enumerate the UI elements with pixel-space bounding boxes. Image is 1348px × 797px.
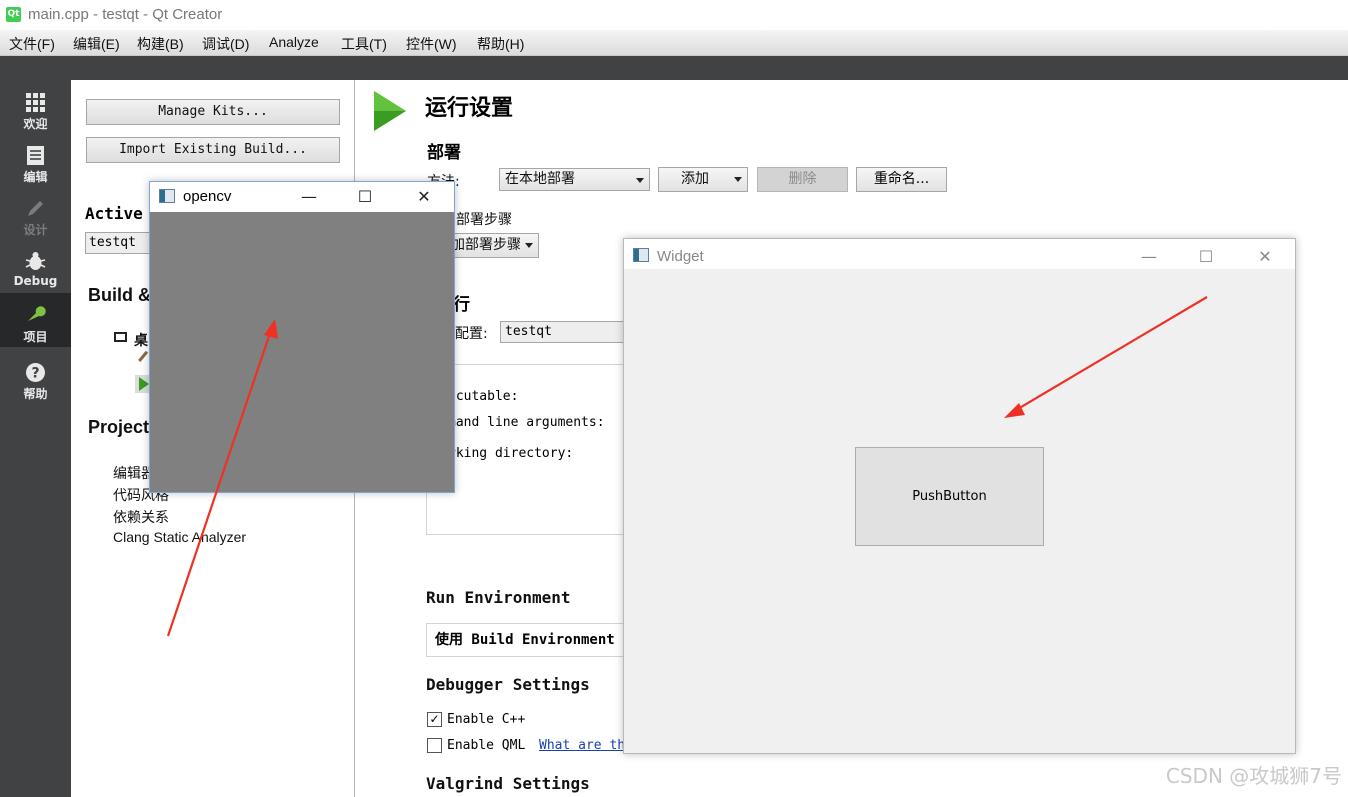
run-settings-title: 运行设置 xyxy=(425,96,514,121)
chevron-down-icon xyxy=(734,177,742,182)
run-icon xyxy=(374,91,406,131)
rename-deploy-button[interactable]: 重命名... xyxy=(856,167,947,192)
watermark: CSDN @攻城狮7号 xyxy=(1165,764,1342,788)
add-step-label: 加部署步骤 xyxy=(451,237,521,253)
run-config-label: 配置: xyxy=(455,326,488,342)
menu-edit[interactable]: 编辑(E) xyxy=(73,34,120,54)
maximize-icon[interactable]: ☐ xyxy=(1183,242,1229,272)
menu-tools[interactable]: 工具(T) xyxy=(341,34,387,54)
mode-label: 设计 xyxy=(23,223,48,237)
opencv-image-canvas xyxy=(150,212,454,492)
opencv-title-bar[interactable]: opencv — ☐ ✕ xyxy=(150,182,454,212)
mode-edit[interactable]: 编辑 xyxy=(0,141,71,193)
executable-label: ecutable: xyxy=(448,389,519,404)
menu-widgets[interactable]: 控件(W) xyxy=(406,34,457,54)
opencv-window[interactable]: opencv — ☐ ✕ xyxy=(149,181,455,493)
widget-title-bar[interactable]: Widget — ☐ ✕ xyxy=(624,239,1295,269)
maximize-icon[interactable]: ☐ xyxy=(342,182,388,212)
run-small-icon xyxy=(139,377,149,391)
delete-deploy-button[interactable]: 删除 xyxy=(757,167,848,192)
window-app-icon xyxy=(159,189,175,203)
debugger-settings-heading: Debugger Settings xyxy=(426,675,590,694)
window-app-icon xyxy=(633,248,649,262)
grid-icon xyxy=(26,93,45,112)
mode-bar: 欢迎 编辑 设计 Debug 项目 ? 帮助 xyxy=(0,80,71,797)
mode-label: 欢迎 xyxy=(23,117,48,131)
deploy-method-select[interactable]: 在本地部署 xyxy=(499,168,650,191)
mode-label: 项目 xyxy=(23,330,48,344)
menu-build[interactable]: 构建(B) xyxy=(137,34,184,54)
valgrind-settings-heading: Valgrind Settings xyxy=(426,774,590,793)
minimize-icon[interactable]: — xyxy=(286,182,332,212)
run-environment-heading: Run Environment xyxy=(426,588,571,607)
menu-help[interactable]: 帮助(H) xyxy=(477,34,524,54)
deploy-heading: 部署 xyxy=(427,143,461,163)
enable-cpp-label: Enable C++ xyxy=(447,712,526,727)
mode-label: 帮助 xyxy=(23,387,48,401)
wrench-icon xyxy=(28,306,46,321)
project-item-dependencies[interactable]: 依赖关系 xyxy=(113,507,169,527)
document-icon xyxy=(27,146,44,165)
mode-label: Debug xyxy=(13,274,58,288)
help-icon: ? xyxy=(26,363,45,382)
svg-text:?: ? xyxy=(31,366,39,382)
kit-desktop-item[interactable]: 桌 xyxy=(134,330,148,350)
manage-kits-button[interactable]: Manage Kits... xyxy=(86,99,340,125)
mode-projects[interactable]: 项目 xyxy=(0,293,71,347)
pencil-icon xyxy=(28,201,43,216)
desktop-icon xyxy=(114,332,127,342)
enable-qml-checkbox[interactable] xyxy=(427,738,442,753)
widget-window-title: Widget xyxy=(657,248,704,265)
run-heading: 行 xyxy=(453,295,470,315)
run-environment-value: 使用 Build Environment xyxy=(435,632,615,648)
window-title: main.cpp - testqt - Qt Creator xyxy=(28,6,223,23)
active-project-select[interactable]: testqt xyxy=(85,232,155,254)
enable-cpp-checkbox[interactable]: ✓ xyxy=(427,712,442,727)
enable-qml-label: Enable QML xyxy=(447,738,526,753)
mode-label: 编辑 xyxy=(23,170,48,184)
top-toolbar xyxy=(0,56,1348,80)
build-run-heading: Build & xyxy=(88,285,151,305)
run-environment-select[interactable]: 使用 Build Environment xyxy=(426,623,646,657)
project-settings-heading: Project xyxy=(88,417,150,437)
deploy-method-value: 在本地部署 xyxy=(505,171,575,187)
minimize-icon[interactable]: — xyxy=(1126,242,1172,272)
menu-analyze[interactable]: Analyze xyxy=(269,34,319,50)
what-are-these-link[interactable]: What are th xyxy=(539,738,625,753)
mode-welcome[interactable]: 欢迎 xyxy=(0,88,71,140)
deploy-steps-label: 部署步骤 xyxy=(456,212,512,228)
run-config-select[interactable]: testqt xyxy=(500,321,630,343)
qt-logo-icon: Qt xyxy=(6,7,21,22)
push-button[interactable]: PushButton xyxy=(855,447,1044,546)
opencv-window-title: opencv xyxy=(183,188,232,205)
menu-file[interactable]: 文件(F) xyxy=(9,34,55,54)
title-bar: Qt main.cpp - testqt - Qt Creator xyxy=(0,0,1348,30)
active-project-heading: Active xyxy=(85,204,143,223)
command-args-label: mand line arguments: xyxy=(448,415,605,430)
mode-help[interactable]: ? 帮助 xyxy=(0,358,71,410)
close-icon[interactable]: ✕ xyxy=(1242,242,1288,272)
bug-icon xyxy=(25,252,46,270)
chevron-down-icon xyxy=(525,243,533,248)
mode-debug[interactable]: Debug xyxy=(0,247,71,299)
mode-design[interactable]: 设计 xyxy=(0,194,71,246)
add-label: 添加 xyxy=(681,171,709,187)
project-item-clang-analyzer[interactable]: Clang Static Analyzer xyxy=(113,529,246,545)
working-dir-label: rking directory: xyxy=(448,446,574,461)
menu-debug[interactable]: 调试(D) xyxy=(202,34,249,54)
import-build-button[interactable]: Import Existing Build... xyxy=(86,137,340,163)
menu-bar: 文件(F) 编辑(E) 构建(B) 调试(D) Analyze 工具(T) 控件… xyxy=(0,30,1348,56)
close-icon[interactable]: ✕ xyxy=(401,182,447,212)
chevron-down-icon xyxy=(636,178,644,183)
widget-window[interactable]: Widget — ☐ ✕ PushButton xyxy=(623,238,1296,754)
add-deploy-button[interactable]: 添加 xyxy=(658,167,748,192)
